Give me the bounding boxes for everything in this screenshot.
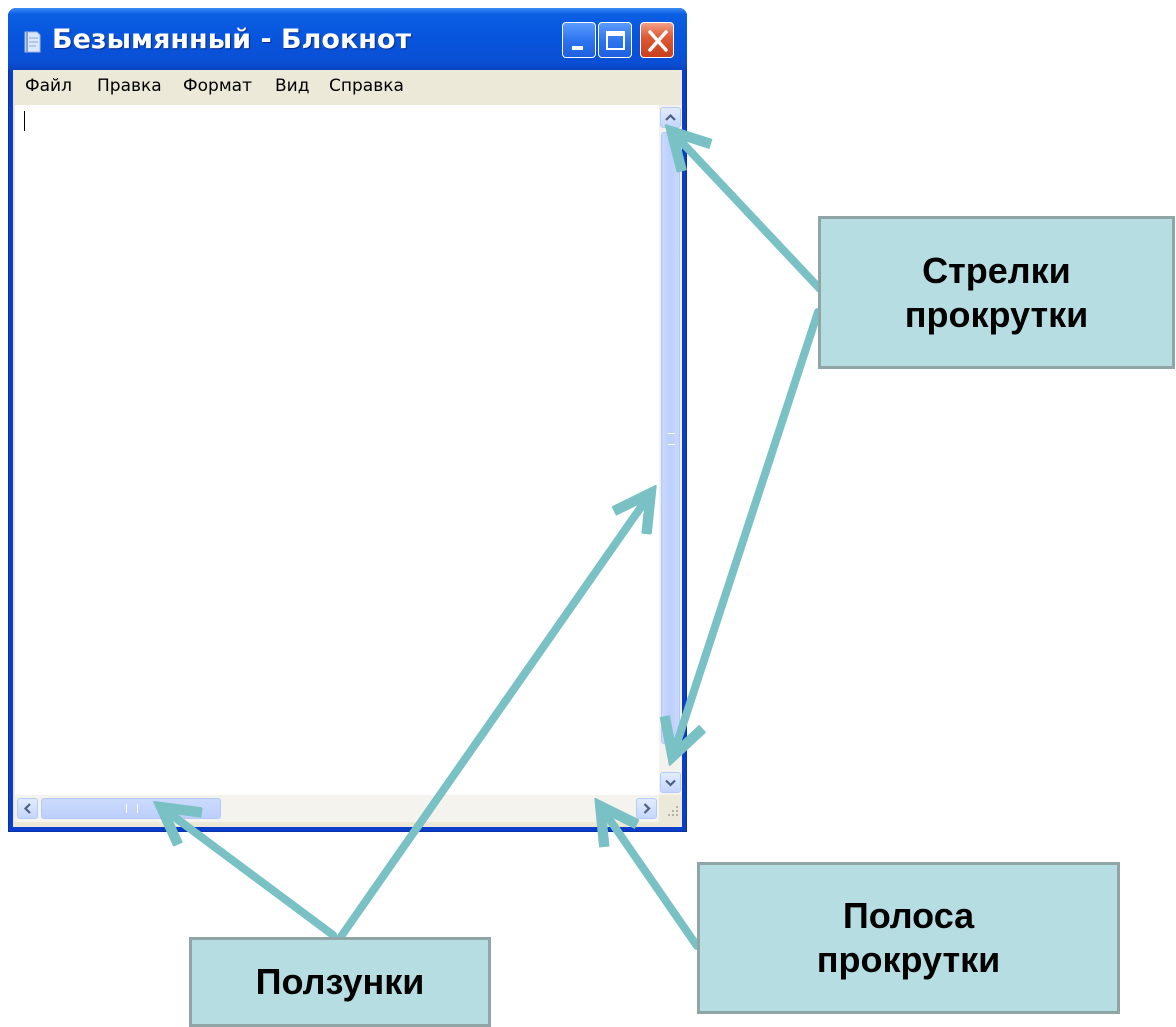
- text-editor[interactable]: [15, 105, 659, 795]
- chevron-down-icon: [665, 779, 676, 787]
- callout-scroll-bar: Полоса прокрутки: [697, 862, 1120, 1014]
- close-icon: [648, 30, 668, 52]
- minimize-button[interactable]: [562, 22, 596, 58]
- maximize-button[interactable]: [598, 22, 632, 58]
- menu-file[interactable]: Файл: [25, 75, 72, 97]
- maximize-icon: [606, 31, 625, 50]
- menu-edit[interactable]: Правка: [97, 75, 162, 97]
- menu-bar: Файл Правка Формат Вид Справка: [13, 70, 682, 102]
- menu-view[interactable]: Вид: [275, 75, 309, 97]
- chevron-up-icon: [665, 113, 676, 121]
- scroll-up-button[interactable]: [660, 107, 681, 128]
- thumb-grip: [126, 804, 138, 813]
- vertical-scrollbar[interactable]: [659, 105, 682, 795]
- horizontal-scrollbar[interactable]: [15, 795, 659, 822]
- scroll-left-button[interactable]: [17, 798, 38, 819]
- title-bar[interactable]: Безымянный - Блокнот: [8, 8, 687, 70]
- callout-sliders: Ползунки: [189, 937, 491, 1027]
- scroll-down-button[interactable]: [660, 772, 681, 793]
- minimize-icon: [572, 46, 583, 50]
- window-client: Файл Правка Формат Вид Справка: [13, 70, 682, 827]
- notepad-icon: [24, 31, 41, 53]
- callout-scroll-arrows-line2: прокрутки: [904, 293, 1089, 335]
- arrow-to-scroll-down: [674, 308, 822, 752]
- callout-sliders-text: Ползунки: [255, 961, 425, 1003]
- chevron-right-icon: [643, 803, 651, 814]
- menu-format[interactable]: Формат: [183, 75, 252, 97]
- arrow-to-scroll-up: [675, 135, 824, 293]
- notepad-window: Безымянный - Блокнот Файл Правка Формат …: [8, 8, 687, 832]
- chevron-left-icon: [23, 803, 31, 814]
- scroll-right-button[interactable]: [636, 798, 657, 819]
- vertical-scroll-thumb[interactable]: [661, 132, 680, 744]
- horizontal-scroll-thumb[interactable]: [41, 798, 221, 819]
- callout-scroll-bar-line1: Полоса: [842, 895, 975, 937]
- text-caret: [24, 111, 25, 131]
- thumb-grip: [668, 433, 675, 445]
- callout-scroll-arrows-line1: Стрелки: [922, 249, 1071, 291]
- slide: Безымянный - Блокнот Файл Правка Формат …: [0, 0, 1176, 1027]
- menu-help[interactable]: Справка: [329, 75, 404, 97]
- callout-scroll-bar-line2: прокрутки: [816, 939, 1001, 980]
- callout-scroll-arrows: Стрелки прокрутки: [818, 216, 1175, 369]
- close-button[interactable]: [640, 22, 674, 58]
- resize-grip-icon: [668, 806, 678, 816]
- resize-grip[interactable]: [659, 795, 682, 822]
- window-title: Безымянный - Блокнот: [52, 24, 412, 55]
